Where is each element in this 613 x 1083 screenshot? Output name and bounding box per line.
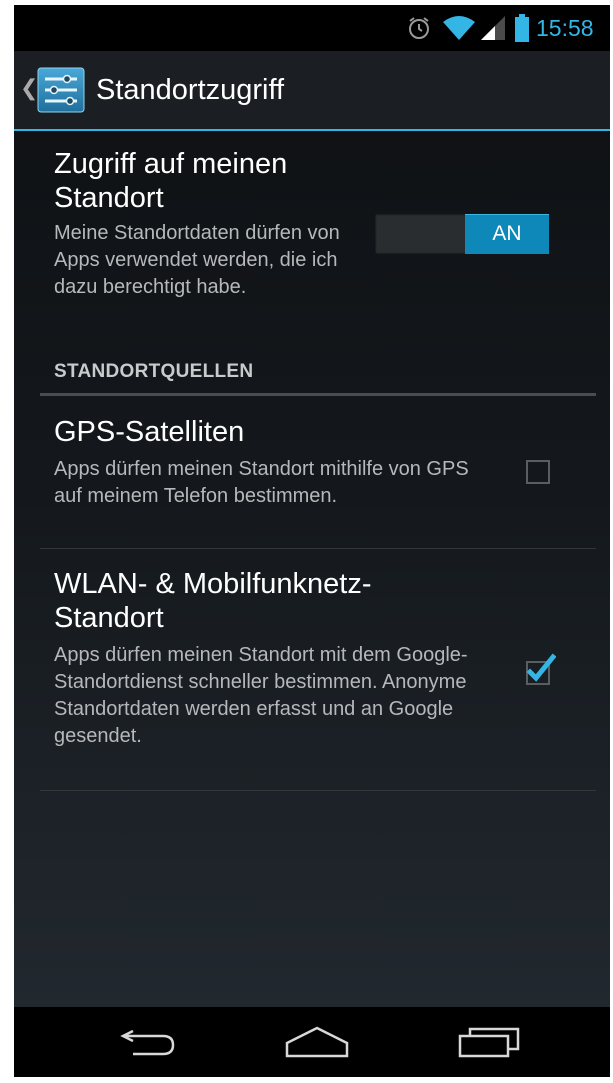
action-bar: ❮ Standortzugriff <box>14 51 610 131</box>
gps-satellites-checkbox[interactable] <box>526 460 550 484</box>
gps-satellites-summary: Apps dürfen meinen Standort mithilfe von… <box>54 458 469 507</box>
gps-satellites-title[interactable]: GPS-Satelliten <box>54 415 244 449</box>
signal-icon <box>479 5 507 51</box>
location-access-toggle[interactable]: AN <box>375 214 549 254</box>
section-divider <box>40 393 596 396</box>
back-icon[interactable] <box>119 1025 179 1064</box>
status-bar: 15:58 <box>14 5 610 51</box>
checkmark-icon <box>526 653 557 685</box>
location-access-summary: Meine Standortdaten dürfen von Apps verw… <box>54 222 340 298</box>
toggle-on-label: AN <box>465 214 549 254</box>
wifi-icon <box>442 5 476 51</box>
wlan-network-location-title[interactable]: WLAN- & Mobilfunknetz-Standort <box>54 567 474 635</box>
status-clock: 15:58 <box>536 14 594 41</box>
home-icon[interactable] <box>284 1025 350 1064</box>
phone-screen: 15:58 ❮ Standortzugriff Zugriff auf mein… <box>14 5 610 1077</box>
section-header-sources: STANDORTQUELLEN <box>54 361 254 382</box>
wlan-network-location-summary: Apps dürfen meinen Standort mit dem Goog… <box>54 644 468 747</box>
recents-icon[interactable] <box>457 1025 523 1064</box>
alarm-icon <box>406 5 432 51</box>
list-divider <box>40 548 596 549</box>
location-access-title[interactable]: Zugriff auf meinen Standort <box>54 147 354 215</box>
settings-sliders-icon[interactable] <box>37 67 85 118</box>
wlan-network-location-checkbox[interactable] <box>522 653 557 687</box>
list-divider <box>40 790 596 791</box>
battery-icon <box>514 5 530 51</box>
page-title: Standortzugriff <box>96 74 285 106</box>
navigation-bar <box>14 1007 610 1077</box>
up-navigation-chevron-icon[interactable]: ❮ <box>20 77 38 99</box>
